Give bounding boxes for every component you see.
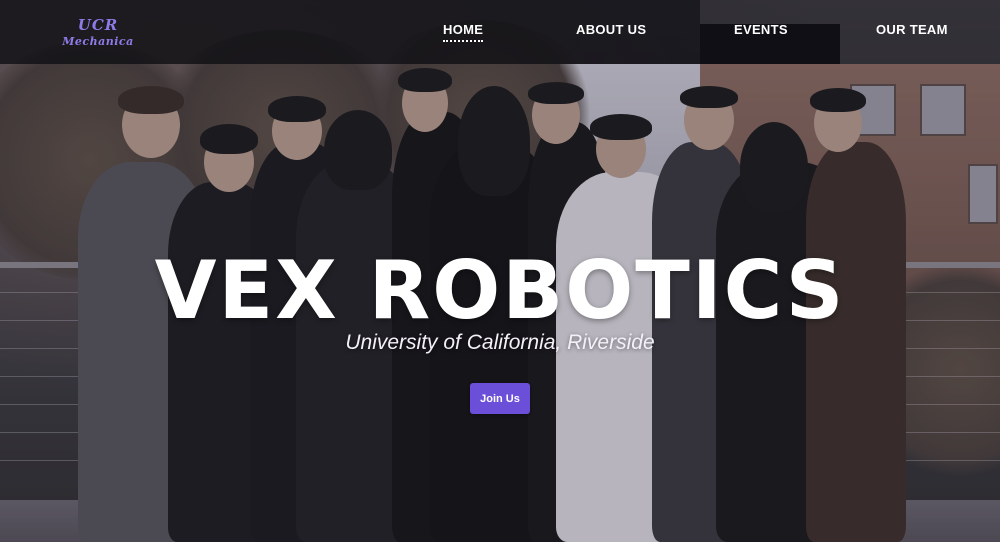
nav-link-events[interactable]: EVENTS	[734, 22, 788, 37]
navbar: UCR Mechanica HOME ABOUT US EVENTS OUR T…	[0, 0, 1000, 64]
hero-title: VEX ROBOTICS	[154, 244, 846, 337]
join-us-button[interactable]: Join Us	[470, 383, 530, 414]
logo-line-2: Mechanica	[62, 34, 134, 48]
site-logo[interactable]: UCR Mechanica	[62, 10, 134, 54]
hero-subtitle: University of California, Riverside	[345, 331, 655, 354]
nav-link-our-team[interactable]: OUR TEAM	[876, 22, 948, 37]
nav-link-home[interactable]: HOME	[443, 22, 484, 42]
logo-line-1: UCR	[77, 15, 119, 34]
nav-link-about-us[interactable]: ABOUT US	[576, 22, 646, 37]
